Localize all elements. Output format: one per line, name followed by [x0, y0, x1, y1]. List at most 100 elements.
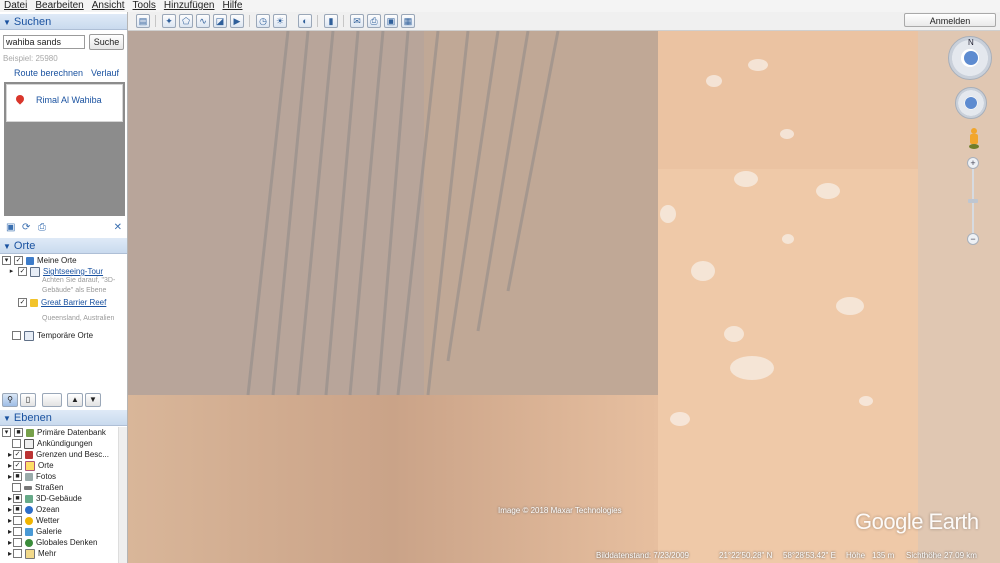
zoom-in-icon[interactable]: +	[967, 157, 979, 169]
checkbox[interactable]	[13, 538, 23, 548]
tree-row-my-places[interactable]: ▾ ✓ Meine Orte	[2, 255, 77, 266]
expand-icon[interactable]: ▾	[2, 256, 11, 266]
checkbox[interactable]: ✓	[13, 461, 23, 471]
search-input[interactable]: wahiba sands	[3, 35, 85, 49]
planets-icon[interactable]: ◐	[298, 14, 312, 28]
move-up-icon[interactable]: ▲	[67, 393, 83, 407]
tree-link[interactable]: Great Barrier Reef	[41, 298, 106, 307]
zoom-slider[interactable]: + −	[967, 157, 979, 245]
checkbox[interactable]: ■	[13, 505, 23, 515]
layer-row[interactable]: Ankündigungen	[12, 438, 93, 449]
expand-icon[interactable]: ▸	[8, 450, 12, 459]
expand-icon[interactable]: ▸	[8, 494, 12, 503]
layer-row[interactable]: ▸ Wetter	[8, 515, 59, 526]
sidebar-toggle-icon[interactable]: ▤	[136, 14, 150, 28]
checkbox[interactable]	[12, 439, 21, 449]
close-icon[interactable]: ✕	[114, 222, 122, 233]
blank-button[interactable]	[42, 393, 62, 407]
menu-hinzufuegen[interactable]: Hinzufügen	[164, 0, 215, 12]
checkbox[interactable]: ■	[13, 472, 23, 482]
print-icon[interactable]: ⎙	[367, 14, 381, 28]
layer-row[interactable]: ▸ ■ Ozean	[8, 504, 60, 515]
layer-row[interactable]: ▸ Mehr	[8, 548, 56, 559]
email-icon[interactable]: ✉	[350, 14, 364, 28]
checkbox[interactable]: ✓	[13, 450, 23, 460]
add-placemark-icon[interactable]: ✦	[162, 14, 176, 28]
route-link[interactable]: Route berechnen	[14, 68, 83, 78]
historical-imagery-icon[interactable]: ◷	[256, 14, 270, 28]
record-tour-icon[interactable]: ▶	[230, 14, 244, 28]
checkbox[interactable]: ✓	[18, 298, 27, 308]
expand-icon[interactable]: ▾	[2, 428, 11, 438]
search-button[interactable]: Suche	[89, 34, 124, 50]
search-header[interactable]: ▼ Suchen	[0, 14, 127, 30]
layers-scrollbar[interactable]	[118, 427, 127, 563]
checkbox[interactable]	[13, 549, 23, 559]
layer-row[interactable]: ▸ ✓ Grenzen und Besc...	[8, 449, 109, 460]
add-polygon-icon[interactable]: ⬠	[179, 14, 193, 28]
checkbox[interactable]: ■	[14, 428, 23, 438]
layer-row-primary[interactable]: ▾ ■ Primäre Datenbank	[2, 427, 106, 438]
checkbox[interactable]: ✓	[18, 267, 27, 277]
tree-row-temp[interactable]: Temporäre Orte	[2, 330, 93, 341]
tree-row-reef[interactable]: ✓ Great Barrier Reef	[8, 297, 106, 308]
expand-icon[interactable]: ▸	[8, 549, 12, 558]
checkbox[interactable]	[12, 483, 21, 493]
status-bar: Bilddatenstand: 7/23/2009 21°22'50.28" N…	[596, 549, 1000, 563]
move-control[interactable]	[955, 87, 987, 119]
layer-row[interactable]: ▸ ■ Fotos	[8, 471, 56, 482]
expand-icon[interactable]: ▸	[8, 538, 12, 547]
checkbox[interactable]: ■	[13, 494, 23, 504]
print-icon[interactable]: ⎙	[38, 222, 46, 233]
move-down-icon[interactable]: ▼	[85, 393, 101, 407]
move-icon[interactable]	[965, 97, 977, 109]
search-icon[interactable]: ⚲	[2, 393, 18, 407]
expand-icon[interactable]: ▸	[8, 516, 12, 525]
layer-row[interactable]: ▸ ■ 3D-Gebäude	[8, 493, 82, 504]
history-link[interactable]: Verlauf	[91, 68, 119, 78]
save-image-icon[interactable]: ▣	[384, 14, 398, 28]
panel-toggle-icon[interactable]: ▯	[20, 393, 36, 407]
layer-row[interactable]: ▸ Globales Denken	[8, 537, 97, 548]
maps-icon[interactable]: ▦	[401, 14, 415, 28]
expand-icon[interactable]: ▸	[8, 472, 12, 481]
layer-row[interactable]: ▸ Galerie	[8, 526, 62, 537]
refresh-icon[interactable]: ⟳	[22, 222, 30, 233]
menu-hilfe[interactable]: Hilfe	[222, 0, 242, 12]
places-header[interactable]: ▼ Orte	[0, 238, 127, 254]
expand-icon[interactable]: ▸	[8, 268, 15, 276]
menu-bearbeiten[interactable]: Bearbeiten	[35, 0, 83, 12]
layers-header[interactable]: ▼ Ebenen	[0, 410, 127, 426]
checkbox[interactable]	[13, 516, 23, 526]
add-path-icon[interactable]: ∿	[196, 14, 210, 28]
checkbox[interactable]	[12, 331, 21, 341]
layer-row[interactable]: Straßen	[12, 482, 63, 493]
menu-tools[interactable]: Tools	[133, 0, 156, 12]
zoom-thumb[interactable]	[968, 199, 978, 203]
expand-icon[interactable]: ▸	[8, 527, 12, 536]
navigation-compass[interactable]: N	[948, 36, 992, 80]
add-overlay-icon[interactable]: ◪	[213, 14, 227, 28]
zoom-out-icon[interactable]: −	[967, 233, 979, 245]
menu-datei[interactable]: Datei	[4, 0, 27, 12]
checkbox[interactable]	[13, 527, 23, 537]
folder-icon[interactable]: ▣	[6, 222, 15, 233]
collapse-triangle-icon[interactable]: ▼	[3, 414, 11, 423]
map-view[interactable]: N Image © 2018 Maxar Technologies Google…	[128, 31, 1000, 563]
tree-link[interactable]: Sightseeing-Tour	[43, 267, 103, 276]
buildings-icon	[25, 494, 34, 503]
expand-icon[interactable]: ▸	[8, 505, 12, 514]
look-icon[interactable]	[964, 51, 978, 65]
collapse-triangle-icon[interactable]: ▼	[3, 242, 11, 251]
result-item[interactable]: Rimal Al Wahiba	[6, 84, 123, 122]
layer-row[interactable]: ▸ ✓ Orte	[8, 460, 54, 471]
menu-ansicht[interactable]: Ansicht	[92, 0, 125, 12]
ruler-icon[interactable]: ▮	[324, 14, 338, 28]
result-label[interactable]: Rimal Al Wahiba	[36, 95, 102, 105]
sun-icon[interactable]: ☀	[273, 14, 287, 28]
signin-button[interactable]: Anmelden	[904, 13, 996, 27]
checkbox[interactable]: ✓	[14, 256, 23, 266]
expand-icon[interactable]: ▸	[8, 461, 12, 470]
collapse-triangle-icon[interactable]: ▼	[3, 18, 11, 27]
street-view-pegman-icon[interactable]	[969, 128, 979, 150]
